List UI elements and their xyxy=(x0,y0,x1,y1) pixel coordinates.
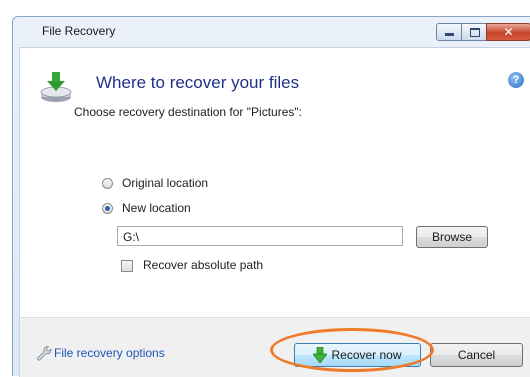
content-area: Where to recover your files ? xyxy=(19,47,530,317)
minimize-button[interactable] xyxy=(436,23,462,41)
maximize-button[interactable] xyxy=(461,23,487,41)
destination-path-value: G:\ xyxy=(123,230,140,244)
drive-download-icon xyxy=(40,72,72,102)
destination-path-input[interactable]: G:\ xyxy=(117,226,403,246)
file-recovery-options-link[interactable]: File recovery options xyxy=(54,346,165,360)
page-heading: Where to recover your files xyxy=(96,73,300,92)
highlight-ring xyxy=(270,328,434,372)
wrench-icon xyxy=(37,346,52,361)
title-bar[interactable]: File Recovery ✕ xyxy=(13,17,530,47)
browse-button[interactable]: Browse xyxy=(416,226,488,248)
minimize-icon xyxy=(445,33,454,36)
new-location-radio[interactable] xyxy=(102,203,113,214)
destination-prompt: Choose recovery destination for "Picture… xyxy=(74,105,302,119)
absolute-path-label[interactable]: Recover absolute path xyxy=(143,258,263,272)
dialog-window: File Recovery ✕ Where to recover your fi… xyxy=(12,16,530,377)
absolute-path-checkbox[interactable] xyxy=(121,260,133,272)
maximize-icon xyxy=(470,28,480,37)
help-icon[interactable]: ? xyxy=(508,72,524,88)
close-button[interactable]: ✕ xyxy=(486,23,530,41)
window-title: File Recovery xyxy=(42,24,116,38)
close-icon: ✕ xyxy=(503,25,514,39)
original-location-label[interactable]: Original location xyxy=(122,176,208,190)
cancel-button[interactable]: Cancel xyxy=(430,343,523,367)
original-location-radio[interactable] xyxy=(102,178,113,189)
new-location-label[interactable]: New location xyxy=(122,201,191,215)
